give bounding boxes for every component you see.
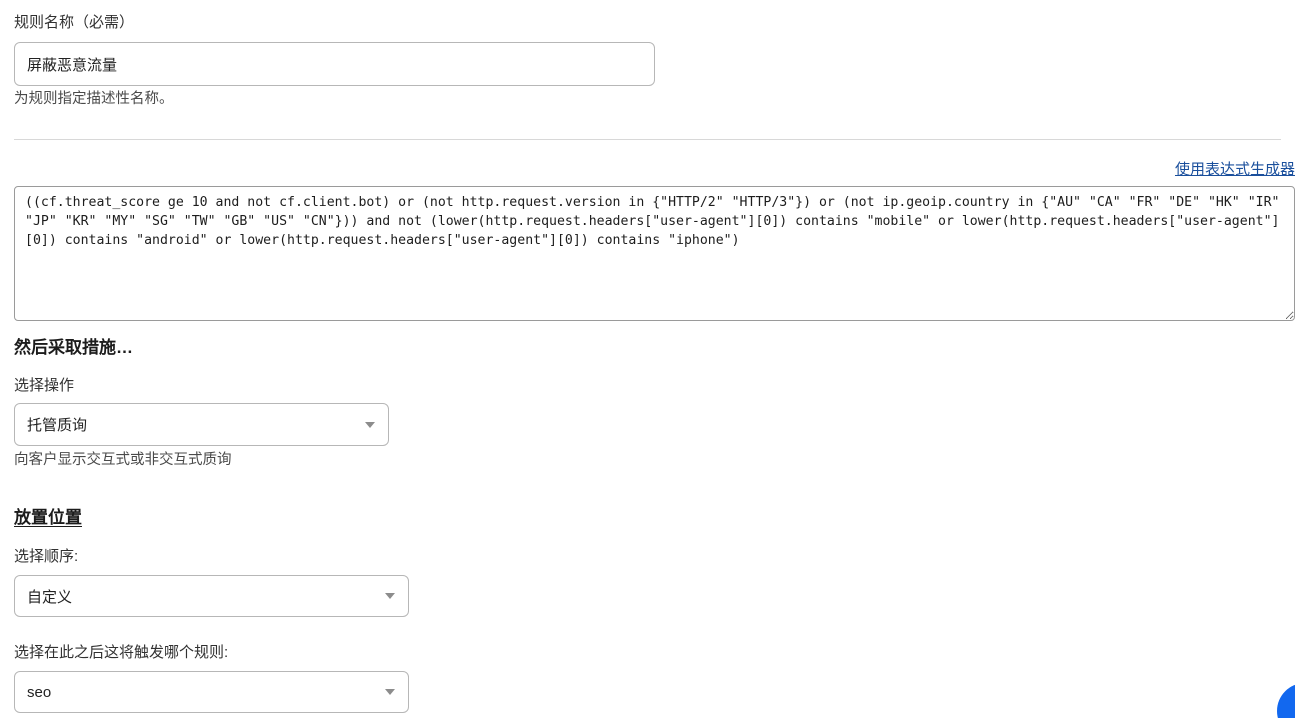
rule-name-help-text: 为规则指定描述性名称。: [14, 91, 174, 107]
order-select[interactable]: 自定义: [14, 575, 409, 617]
chevron-down-icon: [378, 576, 402, 616]
expression-textarea[interactable]: [14, 186, 1295, 321]
rule-editor-page: 规则名称（必需） 为规则指定描述性名称。 使用表达式生成器 然后采取措施… 选择…: [0, 0, 1295, 718]
chat-widget-icon[interactable]: [1277, 683, 1295, 718]
placement-heading: 放置位置: [14, 508, 82, 527]
rule-name-label: 规则名称（必需）: [14, 14, 135, 31]
select-action-label: 选择操作: [14, 377, 75, 394]
select-order-label: 选择顺序:: [14, 548, 79, 565]
section-divider: [14, 139, 1281, 140]
order-select-value: 自定义: [27, 588, 73, 606]
chevron-down-icon: [378, 672, 402, 712]
action-help-text: 向客户显示交互式或非交互式质询: [14, 452, 232, 468]
then-take-action-heading: 然后采取措施…: [14, 338, 133, 357]
rule-name-input[interactable]: [14, 42, 655, 86]
select-rule-label: 选择在此之后这将触发哪个规则:: [14, 644, 229, 661]
action-select[interactable]: 托管质询: [14, 403, 389, 446]
rule-after-select[interactable]: seo: [14, 671, 409, 713]
rule-after-select-value: seo: [27, 683, 52, 701]
chevron-down-icon: [358, 404, 382, 445]
action-select-value: 托管质询: [27, 417, 88, 434]
expression-builder-link[interactable]: 使用表达式生成器: [1175, 158, 1295, 179]
